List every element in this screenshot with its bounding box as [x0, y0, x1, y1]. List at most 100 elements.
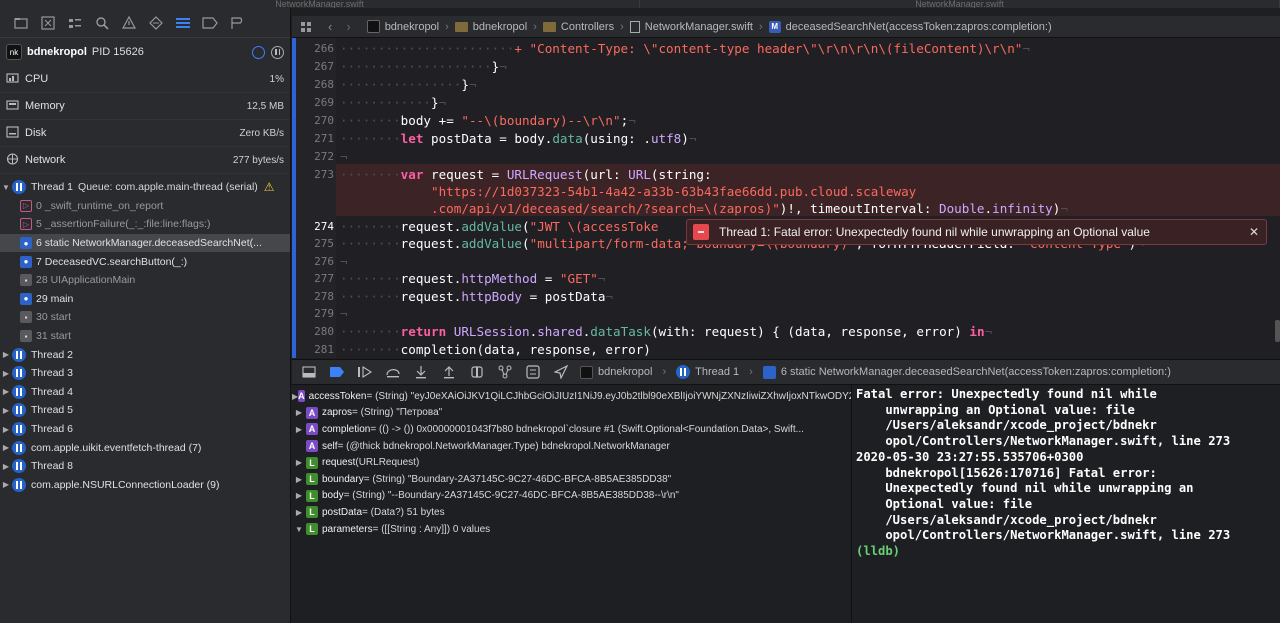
step-over-icon[interactable] [384, 364, 402, 380]
jump-group[interactable]: Controllers [542, 21, 614, 33]
line-number[interactable]: 270 [300, 114, 334, 127]
line-number[interactable]: 268 [300, 78, 334, 91]
thread-row[interactable]: ▶ Thread 8 [0, 457, 290, 476]
step-into-icon[interactable] [412, 364, 430, 380]
disclosure-closed-icon[interactable]: ▶ [292, 491, 306, 500]
variable-row[interactable]: ▶ Lbody = (String) "--Boundary-2A37145C-9… [292, 488, 851, 505]
back-icon[interactable]: ‹ [328, 19, 332, 34]
issue-icon[interactable] [120, 14, 138, 32]
debug-thread[interactable]: Thread 1 [676, 365, 739, 379]
source-control-icon[interactable] [39, 14, 57, 32]
disclosure-closed-icon[interactable]: ▶ [292, 508, 306, 517]
jump-file[interactable]: NetworkManager.swift [629, 20, 753, 33]
disclosure-closed-icon[interactable]: ▶ [292, 475, 306, 484]
breakpoint-icon[interactable] [201, 14, 219, 32]
disclosure-closed-icon[interactable]: ▶ [0, 480, 12, 489]
jump-method[interactable]: MdeceasedSearchNet(accessToken:zapros:co… [768, 20, 1052, 33]
gauge-status-icon[interactable] [252, 45, 265, 59]
line-number[interactable]: 273 [300, 168, 334, 181]
stack-frame-row[interactable]: ▷ 5 _assertionFailure(_:_:file:line:flags… [0, 215, 290, 234]
stack-frame-row[interactable]: ● 7 DeceasedVC.searchButton(_:) [0, 252, 290, 271]
line-number[interactable]: 275 [300, 237, 334, 250]
thread-row[interactable]: ▶ Thread 5 [0, 401, 290, 420]
variable-row[interactable]: ▶ Lrequest (URLRequest) [292, 454, 851, 471]
disclosure-closed-icon[interactable]: ▶ [292, 425, 306, 434]
variable-row[interactable]: ▶ Acompletion = (() -> ()) 0x00000001043f… [292, 421, 851, 438]
thread-row[interactable]: ▶ Thread 3 [0, 364, 290, 383]
environment-overrides-icon[interactable] [524, 364, 542, 380]
forward-icon[interactable]: › [346, 19, 350, 34]
lldb-prompt[interactable]: (lldb) [856, 544, 1280, 560]
view-hierarchy-icon[interactable] [468, 364, 486, 380]
folder-icon[interactable] [12, 14, 30, 32]
disclosure-closed-icon[interactable]: ▶ [0, 369, 12, 378]
line-number[interactable]: 267 [300, 60, 334, 73]
line-number[interactable]: 266 [300, 42, 334, 55]
thread-row[interactable]: ▶ Thread 6 [0, 420, 290, 439]
process-row[interactable]: nk bdnekropol PID 15626 [0, 38, 290, 66]
variable-row[interactable]: ▼ Lparameters = ([[String : Any]]) 0 valu… [292, 521, 851, 538]
disclosure-open-icon[interactable]: ▼ [292, 525, 306, 534]
gauge-cpu[interactable]: CPU 1% [0, 66, 290, 93]
line-number[interactable]: 277 [300, 272, 334, 285]
stack-frame-row[interactable]: ● 6 static NetworkManager.deceasedSearchN… [0, 233, 290, 253]
disclosure-closed-icon[interactable]: ▶ [292, 408, 306, 417]
stack-frame-row[interactable]: ▪ 30 start [0, 308, 290, 327]
line-number[interactable]: 272 [300, 150, 334, 163]
disclosure-closed-icon[interactable]: ▶ [292, 458, 306, 467]
thread-row[interactable]: ▶ Thread 2 [0, 345, 290, 364]
source-editor[interactable]: 266 267 268 269 270 271 272 273 274 275 276 277 278 2… [292, 38, 1280, 358]
line-number[interactable]: 276 [300, 255, 334, 268]
editor-tab[interactable]: NetworkManager.swift [640, 0, 1280, 8]
variable-row[interactable]: Aself = (@thick bdnekropol.NetworkManage… [292, 438, 851, 455]
scrollbar-thumb[interactable] [1275, 320, 1280, 342]
close-icon[interactable]: ✕ [1242, 225, 1266, 239]
disclosure-open-icon[interactable]: ▼ [0, 183, 12, 192]
variable-row[interactable]: ▶ Azapros = (String) "Петрова" [292, 405, 851, 422]
line-number[interactable]: 271 [300, 132, 334, 145]
stack-frame-row[interactable]: ▪ 31 start [0, 327, 290, 346]
disclosure-closed-icon[interactable]: ▶ [0, 406, 12, 415]
line-number[interactable]: 269 [300, 96, 334, 109]
hide-debug-area-icon[interactable] [300, 364, 318, 380]
line-number-gutter[interactable]: 266 267 268 269 270 271 272 273 274 275 276 277 278 2… [292, 38, 336, 358]
stack-frame-row[interactable]: ▷ 0 _swift_runtime_on_report [0, 197, 290, 216]
editor-tab[interactable]: NetworkManager.swift [0, 0, 640, 8]
line-number[interactable]: 279 [300, 307, 334, 320]
error-annotation-banner[interactable]: Thread 1: Fatal error: Unexpectedly foun… [686, 219, 1267, 245]
disclosure-closed-icon[interactable]: ▶ [0, 443, 12, 452]
console-output[interactable]: Fatal error: Unexpectedly found nil whil… [853, 385, 1280, 623]
memory-graph-icon[interactable] [496, 364, 514, 380]
gauge-network[interactable]: Network 277 bytes/s [0, 147, 290, 174]
continue-icon[interactable] [356, 364, 374, 380]
jump-folder[interactable]: bdnekropol [454, 21, 527, 33]
search-icon[interactable] [93, 14, 111, 32]
line-number[interactable]: 281 [300, 343, 334, 356]
stack-frame-row[interactable]: ▪ 28 UIApplicationMain [0, 271, 290, 290]
debug-navigator-icon[interactable] [174, 14, 192, 32]
simulate-location-icon[interactable] [552, 364, 570, 380]
variable-row[interactable]: ▶ Lboundary = (String) "Boundary-2A37145C… [292, 471, 851, 488]
debug-frame[interactable]: 6 static NetworkManager.deceasedSearchNe… [762, 365, 1171, 379]
line-number[interactable]: 280 [300, 325, 334, 338]
thread-row[interactable]: ▶ Thread 4 [0, 383, 290, 402]
thread-row[interactable]: ▶ com.apple.NSURLConnectionLoader (9) [0, 476, 290, 495]
gauge-disk[interactable]: Disk Zero KB/s [0, 120, 290, 147]
debug-target[interactable]: bdnekropol [580, 365, 652, 379]
jump-project[interactable]: bdnekropol [366, 20, 439, 33]
disclosure-closed-icon[interactable]: ▶ [0, 387, 12, 396]
report-icon[interactable] [228, 14, 246, 32]
thread-row-1[interactable]: ▼ Thread 1 Queue: com.apple.main-thread … [0, 178, 290, 197]
step-out-icon[interactable] [440, 364, 458, 380]
related-items-icon[interactable] [300, 21, 312, 33]
breakpoints-toggle-icon[interactable] [328, 364, 346, 380]
variable-row[interactable]: ▶ LpostData = (Data?) 51 bytes [292, 504, 851, 521]
disclosure-closed-icon[interactable]: ▶ [0, 462, 12, 471]
gauge-memory[interactable]: Memory 12,5 MB [0, 93, 290, 120]
disclosure-closed-icon[interactable]: ▶ [0, 425, 12, 434]
symbol-icon[interactable] [66, 14, 84, 32]
thread-row[interactable]: ▶ com.apple.uikit.eventfetch-thread (7) [0, 438, 290, 457]
test-icon[interactable] [147, 14, 165, 32]
disclosure-closed-icon[interactable]: ▶ [0, 350, 12, 359]
variable-row[interactable]: ▶ AaccessToken = (String) "eyJ0eXAiOiJKV1… [292, 388, 851, 405]
